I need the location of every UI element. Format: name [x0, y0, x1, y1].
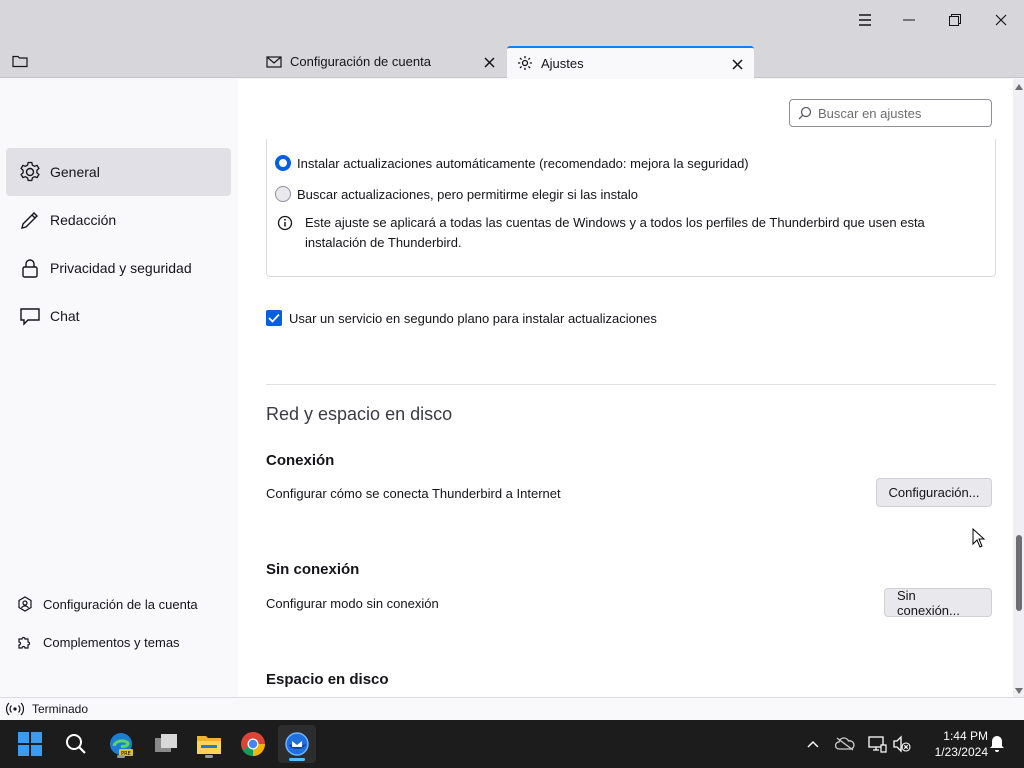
taskbar-running-indicator [205, 755, 213, 758]
onedrive-offline-icon[interactable] [833, 732, 857, 756]
lock-icon [18, 256, 42, 280]
radio-auto-update[interactable]: Instalar actualizaciones automáticamente… [275, 155, 749, 171]
task-view-icon[interactable] [150, 728, 182, 760]
connection-settings-button[interactable]: Configuración... [876, 478, 992, 507]
sidebar-item-redaccion[interactable]: Redacción [6, 196, 231, 244]
network-icon[interactable] [865, 732, 889, 756]
tab-strip: Configuración de cuenta Ajustes [0, 42, 1024, 78]
sidebar-link-label: Configuración de la cuenta [43, 596, 198, 612]
online-status-icon[interactable] [6, 702, 24, 716]
start-button-icon[interactable] [14, 728, 46, 760]
mail-settings-icon [266, 54, 282, 70]
tab-ajustes[interactable]: Ajustes [507, 46, 754, 78]
clock-time: 1:44 PM [943, 729, 988, 743]
taskbar-running-indicator [117, 755, 125, 758]
notifications-bell-icon[interactable] [985, 732, 1009, 756]
tab-label: Configuración de cuenta [290, 54, 431, 69]
checkbox-checked[interactable] [266, 310, 282, 326]
update-options-panel: Instalar actualizaciones automáticamente… [266, 139, 996, 277]
chrome-browser-icon[interactable] [237, 728, 269, 760]
sidebar-item-general[interactable]: General [6, 148, 231, 196]
sidebar-item-label: Privacidad y seguridad [50, 260, 192, 276]
tab-label: Ajustes [541, 55, 584, 71]
info-icon [277, 215, 293, 231]
thunderbird-app-icon[interactable] [278, 725, 316, 763]
mouse-cursor-icon [972, 528, 986, 548]
radio-label: Buscar actualizaciones, pero permitirme … [297, 186, 639, 202]
section-title-network: Red y espacio en disco [266, 404, 453, 424]
content-scrollbar[interactable] [1013, 79, 1024, 697]
scroll-up-icon[interactable] [1015, 83, 1023, 91]
gear-icon [18, 160, 42, 184]
sidebar-item-label: Chat [50, 308, 80, 324]
connection-heading: Conexión [266, 452, 335, 469]
windows-taskbar: PRE 1:44 PM 1/23/2024 [0, 720, 1024, 768]
status-bar: Terminado [0, 697, 1024, 720]
background-service-checkbox-row[interactable]: Usar un servicio en segundo plano para i… [266, 310, 657, 326]
sidebar-link-account-settings[interactable]: Configuración de la cuenta [16, 595, 198, 613]
radio-checked[interactable] [275, 155, 291, 171]
sidebar-link-addons[interactable]: Complementos y temas [16, 633, 180, 651]
edge-browser-icon[interactable]: PRE [105, 728, 137, 760]
radio-unchecked[interactable] [275, 186, 291, 202]
search-taskbar-icon[interactable] [60, 728, 92, 760]
taskbar-active-indicator [289, 758, 305, 761]
sidebar-item-label: General [50, 164, 100, 180]
scroll-down-icon[interactable] [1015, 687, 1023, 695]
title-bar [0, 0, 1024, 42]
taskbar-clock[interactable]: 1:44 PM 1/23/2024 [918, 728, 988, 760]
clock-date: 1/23/2024 [934, 745, 988, 759]
chat-icon [18, 304, 42, 328]
show-hidden-icons-icon[interactable] [801, 732, 825, 756]
connection-description: Configurar cómo se conecta Thunderbird a… [266, 486, 561, 501]
checkbox-label: Usar un servicio en segundo plano para i… [289, 310, 657, 326]
close-window-button[interactable] [978, 0, 1024, 40]
section-divider [266, 384, 996, 385]
close-tab-icon[interactable] [480, 53, 498, 71]
sidebar-item-label: Redacción [50, 212, 117, 228]
tab-account-settings[interactable]: Configuración de cuenta [256, 46, 506, 77]
minimize-button[interactable] [886, 0, 932, 40]
sidebar-item-privacidad[interactable]: Privacidad y seguridad [6, 244, 231, 292]
radio-label: Instalar actualizaciones automáticamente… [297, 155, 749, 171]
account-settings-icon [16, 595, 34, 613]
puzzle-icon [16, 633, 34, 651]
info-text: Este ajuste se aplicará a todas las cuen… [305, 215, 925, 250]
scroll-thumb[interactable] [1016, 535, 1022, 611]
search-placeholder: Buscar en ajustes [818, 105, 922, 121]
radio-manual-update[interactable]: Buscar actualizaciones, pero permitirme … [275, 186, 638, 202]
offline-settings-button[interactable]: Sin conexión... [884, 588, 992, 618]
offline-description: Configurar modo sin conexión [266, 596, 439, 611]
search-icon [798, 106, 812, 120]
settings-sidebar: General Redacción Privacidad y seguridad… [0, 79, 238, 697]
status-text: Terminado [32, 702, 89, 716]
gear-icon [517, 55, 533, 71]
folder-tab-icon[interactable] [6, 48, 34, 74]
settings-content: Buscar en ajustes Instalar actualizacion… [238, 79, 1013, 697]
disk-space-heading: Espacio en disco [266, 671, 389, 688]
sidebar-item-chat[interactable]: Chat [6, 292, 231, 340]
pencil-icon [18, 208, 42, 232]
restore-button[interactable] [932, 0, 978, 40]
sidebar-link-label: Complementos y temas [43, 634, 180, 650]
offline-heading: Sin conexión [266, 561, 360, 578]
volume-muted-icon[interactable] [890, 732, 914, 756]
app-menu-icon[interactable] [842, 0, 888, 40]
close-tab-icon[interactable] [728, 55, 746, 73]
update-info-note: Este ajuste se aplicará a todas las cuen… [277, 213, 957, 253]
file-explorer-icon[interactable] [193, 728, 225, 760]
search-settings-input[interactable]: Buscar en ajustes [789, 99, 992, 127]
